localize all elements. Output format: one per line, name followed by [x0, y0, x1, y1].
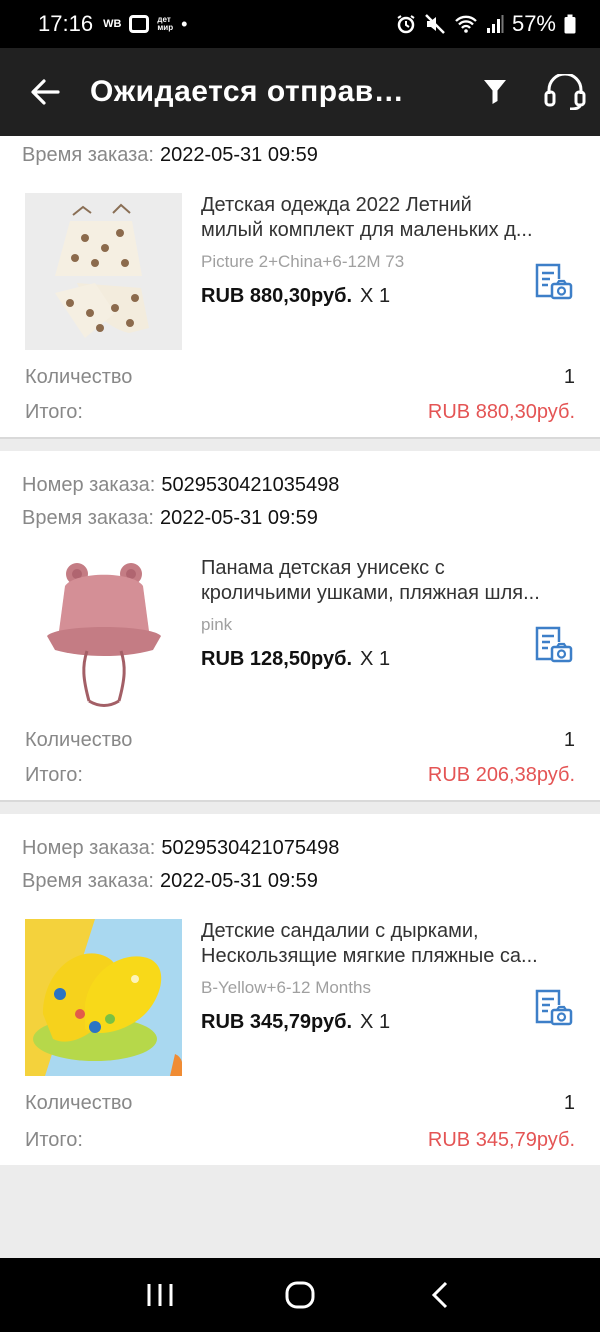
product-variant: pink	[201, 615, 233, 634]
back-button[interactable]	[0, 48, 90, 136]
product-price: RUB 345,79руб. X 1	[201, 1011, 391, 1033]
receipt-photo-icon	[535, 626, 573, 663]
order-number: Номер заказа: 5029530421075498	[22, 837, 340, 859]
home-icon	[285, 1281, 315, 1309]
product-item[interactable]: Панама детская унисекс с кроличьими ушка…	[22, 535, 575, 722]
divider	[0, 800, 600, 814]
mute-icon	[425, 14, 445, 34]
app-bar: Ожидается отправ…	[0, 48, 600, 136]
support-headset-icon	[544, 74, 586, 110]
system-nav-bar	[0, 1258, 600, 1332]
nav-back-icon	[431, 1281, 448, 1309]
divider	[0, 437, 600, 451]
quantity-row: Количество 1	[25, 1092, 575, 1114]
product-image[interactable]	[25, 556, 182, 713]
order-number: Номер заказа: 5029530421035498	[22, 474, 340, 496]
order-card: Номер заказа: 5029530421035498 Время зак…	[0, 451, 600, 800]
filter-icon	[484, 80, 506, 104]
receipt-photo-icon	[535, 263, 573, 300]
total-row: Итого: RUB 345,79руб.	[25, 1129, 575, 1151]
receipt-photo-icon	[535, 989, 573, 1026]
pink-bucket-hat-image	[25, 556, 182, 713]
detmir-notification-icon: дет мир	[157, 15, 174, 32]
product-name: Детские сандалии с дырками, Нескользящие…	[201, 920, 538, 967]
order-card: Время заказа: 2022-05-31 09:59 Детская о…	[0, 136, 600, 437]
home-button[interactable]	[270, 1265, 330, 1325]
status-time: 17:16	[38, 11, 94, 36]
product-price: RUB 880,30руб. X 1	[201, 285, 391, 307]
status-bar: 17:16 WB дет мир • 57%	[0, 0, 600, 48]
battery-icon	[564, 14, 576, 34]
product-info: Панама детская унисекс с кроличьими ушка…	[201, 556, 573, 722]
product-variant: B-Yellow+6-12 Months	[201, 978, 371, 997]
order-card: Номер заказа: 5029530421075498 Время зак…	[0, 814, 600, 1165]
order-time: Время заказа: 2022-05-31 09:59	[22, 144, 318, 166]
receipt-photo-button[interactable]	[533, 625, 573, 665]
app-notification-icon	[129, 15, 150, 33]
filter-button[interactable]	[460, 48, 530, 136]
battery-percent: 57%	[511, 11, 556, 36]
wb-notification-icon: WB	[103, 18, 122, 30]
product-price: RUB 128,50руб. X 1	[201, 648, 391, 670]
quantity-row: Количество 1	[25, 366, 575, 388]
quantity-row: Количество 1	[25, 729, 575, 751]
receipt-photo-button[interactable]	[533, 988, 573, 1028]
total-row: Итого: RUB 880,30руб.	[25, 401, 575, 423]
product-item[interactable]: Детская одежда 2022 Летний милый комплек…	[22, 172, 575, 359]
total-row: Итого: RUB 206,38руб.	[25, 764, 575, 786]
yellow-sandals-image	[25, 919, 182, 1076]
product-image[interactable]	[25, 193, 182, 350]
product-image[interactable]	[25, 919, 182, 1076]
nav-back-button[interactable]	[410, 1265, 470, 1325]
page-title: Ожидается отправ…	[90, 75, 405, 108]
back-arrow-icon	[31, 79, 60, 105]
recent-apps-icon	[147, 1284, 173, 1306]
recent-apps-button[interactable]	[130, 1265, 190, 1325]
baby-clothes-set-image	[25, 193, 182, 350]
product-name: Панама детская унисекс с кроличьими ушка…	[201, 557, 540, 604]
order-time: Время заказа: 2022-05-31 09:59	[22, 507, 318, 529]
receipt-photo-button[interactable]	[533, 262, 573, 302]
orders-list[interactable]: Время заказа: 2022-05-31 09:59 Детская о…	[0, 136, 600, 1258]
order-time: Время заказа: 2022-05-31 09:59	[22, 870, 318, 892]
product-variant: Picture 2+China+6-12M 73	[201, 252, 405, 271]
product-info: Детские сандалии с дырками, Нескользящие…	[201, 919, 573, 1085]
product-info: Детская одежда 2022 Летний милый комплек…	[201, 193, 573, 359]
product-item[interactable]: Детские сандалии с дырками, Нескользящие…	[22, 898, 575, 1085]
alarm-icon	[397, 15, 415, 34]
product-name: Детская одежда 2022 Летний милый комплек…	[201, 194, 533, 241]
support-button[interactable]	[530, 48, 600, 136]
wifi-icon	[455, 15, 477, 33]
more-notifications-dot: •	[181, 13, 188, 34]
signal-icon	[486, 15, 504, 33]
